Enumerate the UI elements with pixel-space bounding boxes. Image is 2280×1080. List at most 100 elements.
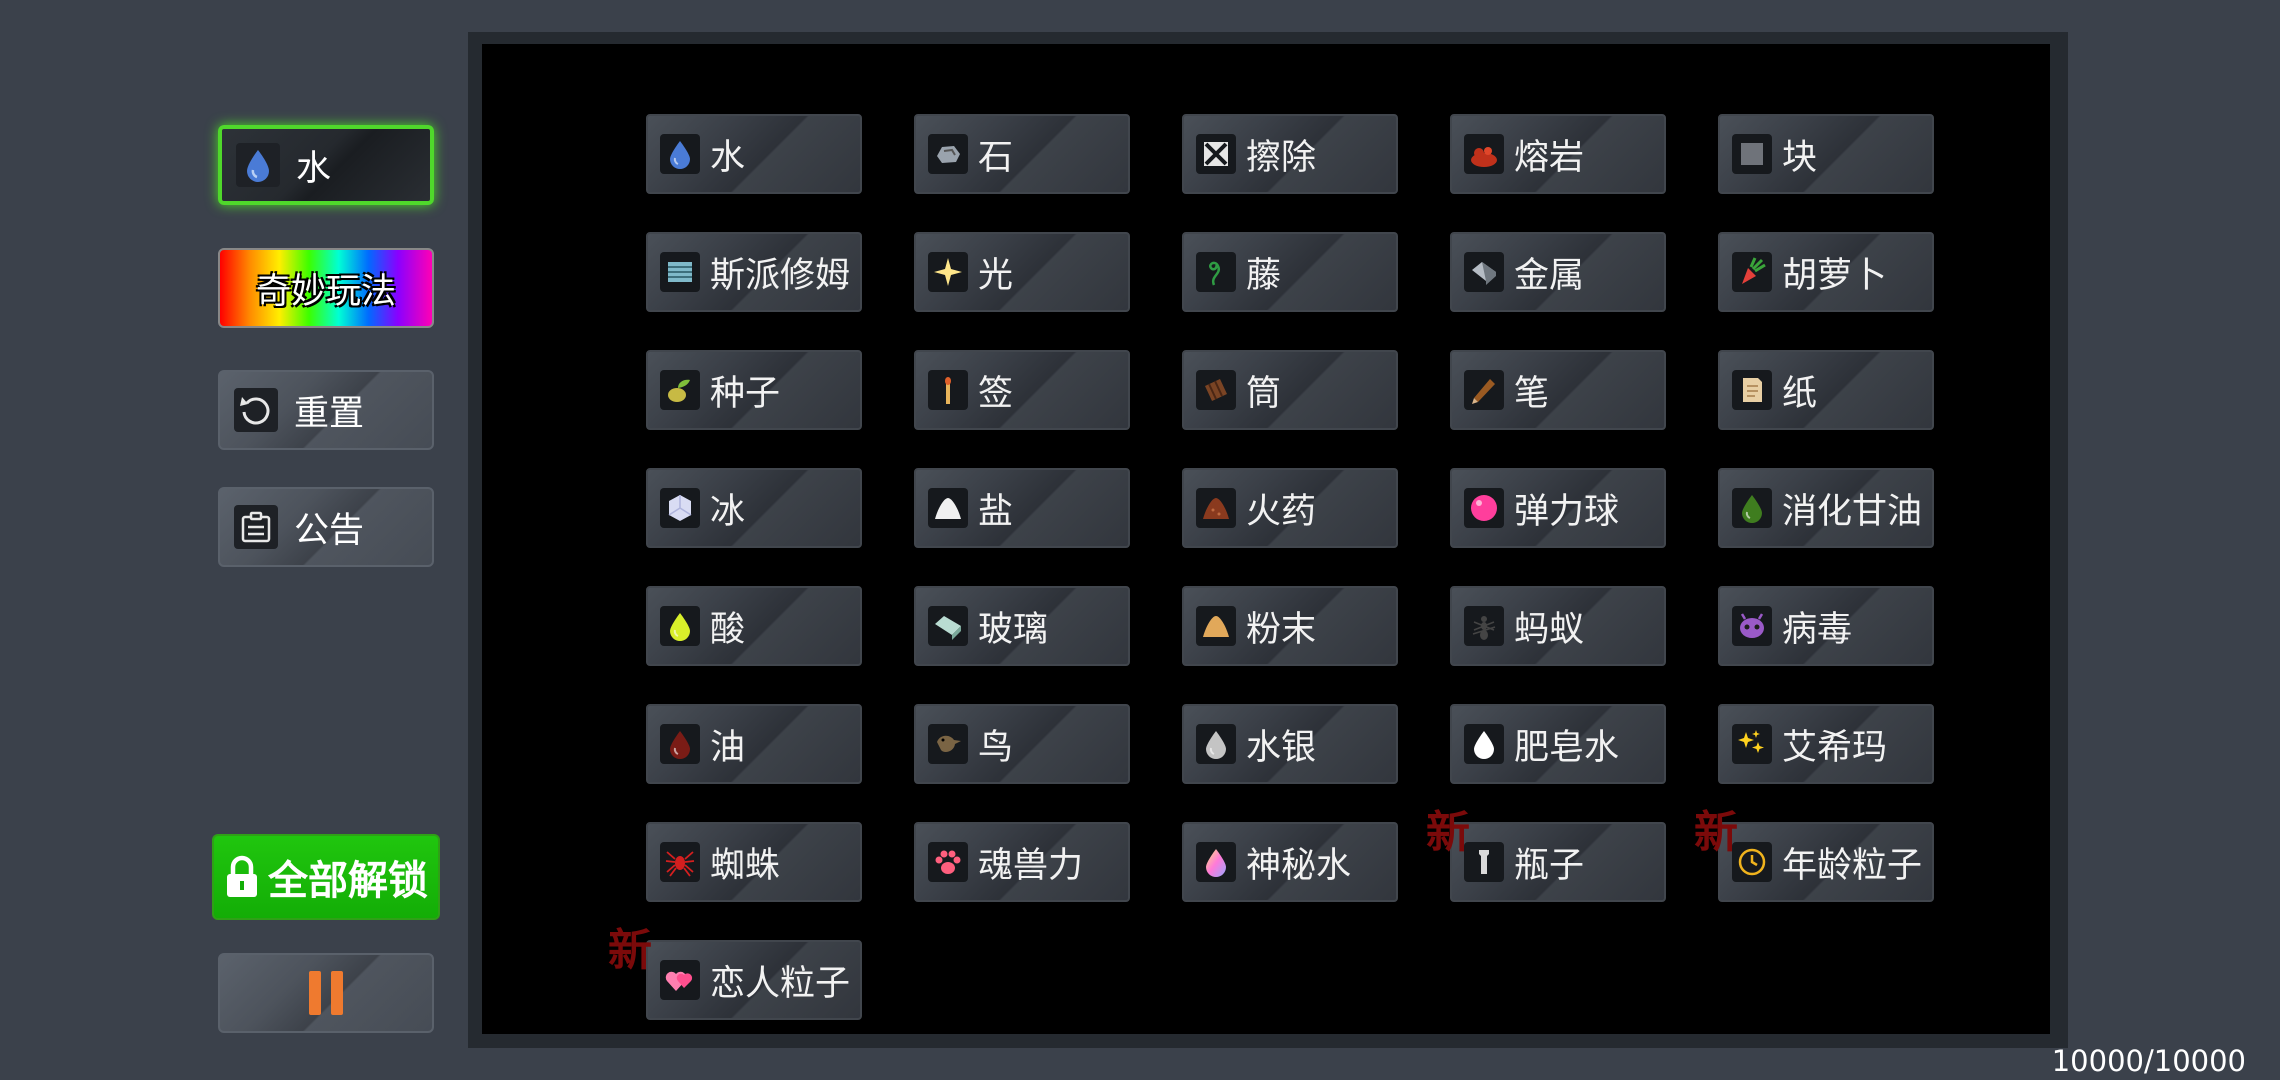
element-button[interactable]: 粉末 [1182,586,1398,666]
vine-icon [1196,252,1236,292]
element-button[interactable]: 水 [646,114,862,194]
element-button[interactable]: 签 [914,350,1130,430]
particle-counter: 10000/10000 [2051,1044,2246,1078]
selected-element-button[interactable]: 水 [218,125,434,205]
element-button[interactable]: 艾希玛 [1718,704,1934,784]
element-label: 年龄粒子 [1782,845,1923,886]
element-button[interactable]: 魂兽力 [914,822,1130,902]
element-label: 恋人粒子 [710,963,851,1004]
ice-icon [660,488,700,528]
element-button[interactable]: 光 [914,232,1130,312]
element-label: 艾希玛 [1782,727,1888,768]
element-label: 玻璃 [978,609,1049,650]
element-label: 盐 [978,491,1014,532]
element-label: 消化甘油 [1782,491,1923,532]
element-label: 笔 [1514,373,1550,414]
bottle-icon [1464,842,1504,882]
element-label: 神秘水 [1246,845,1352,886]
element-button[interactable]: 肥皂水 [1450,704,1666,784]
element-button[interactable]: 斯派修姆 [646,232,862,312]
water-drop-icon [660,134,700,174]
element-button[interactable]: 水银 [1182,704,1398,784]
element-label: 肥皂水 [1514,727,1620,768]
tube-icon [1196,370,1236,410]
reset-label: 重置 [294,393,365,434]
lava-icon [1464,134,1504,174]
element-button[interactable]: 金属 [1450,232,1666,312]
fun-play-button[interactable]: 奇妙玩法 [218,248,434,328]
carrot-icon [1732,252,1772,292]
element-button[interactable]: 油 [646,704,862,784]
element-button[interactable]: 弹力球 [1450,468,1666,548]
bouncy-ball-icon [1464,488,1504,528]
element-button[interactable]: 纸 [1718,350,1934,430]
bird-icon [928,724,968,764]
paper-icon [1732,370,1772,410]
element-button[interactable]: 蜘蛛 [646,822,862,902]
element-label: 油 [710,727,746,768]
light-sparkle-icon [928,252,968,292]
element-button[interactable]: 病毒 [1718,586,1934,666]
hearts-icon [660,960,700,1000]
notice-button[interactable]: 公告 [218,487,434,567]
fun-play-label: 奇妙玩法 [255,271,396,312]
eraser-icon [1196,134,1236,174]
game-screen: 水 奇妙玩法 重置 公告 全部解锁 水 石 擦除 熔岩 块斯派修姆 光 藤 金属 胡萝卜种子 签 筒… [0,0,2280,1080]
selected-element-label: 水 [296,148,332,189]
element-label: 水 [710,137,746,178]
element-label: 胡萝卜 [1782,255,1888,296]
notice-label: 公告 [294,510,365,551]
element-button[interactable]: 恋人粒子 [646,940,862,1020]
ant-icon [1464,606,1504,646]
element-button[interactable]: 藤 [1182,232,1398,312]
element-panel: 水 石 擦除 熔岩 块斯派修姆 光 藤 金属 胡萝卜种子 签 筒 笔 纸冰 盐 火药 弹力球 消化甘油酸 玻璃 粉末… [468,32,2068,1048]
element-label: 石 [978,137,1014,178]
element-button[interactable]: 瓶子 [1450,822,1666,902]
element-button[interactable]: 盐 [914,468,1130,548]
element-button[interactable]: 种子 [646,350,862,430]
new-badge: 新 [608,925,652,976]
element-button[interactable]: 蚂蚁 [1450,586,1666,666]
element-label: 签 [978,373,1014,414]
element-button[interactable]: 鸟 [914,704,1130,784]
element-label: 瓶子 [1514,845,1585,886]
glass-icon [928,606,968,646]
reset-button[interactable]: 重置 [218,370,434,450]
unlock-all-button[interactable]: 全部解锁 [212,834,440,920]
water-drop-icon [236,143,280,187]
virus-icon [1732,606,1772,646]
element-label: 蚂蚁 [1514,609,1585,650]
stone-icon [928,134,968,174]
element-button[interactable]: 块 [1718,114,1934,194]
spider-icon [660,842,700,882]
oil-drop-icon [660,724,700,764]
element-button[interactable]: 筒 [1182,350,1398,430]
element-button[interactable]: 胡萝卜 [1718,232,1934,312]
element-button[interactable]: 玻璃 [914,586,1130,666]
sparkles-icon [1732,724,1772,764]
element-button[interactable]: 火药 [1182,468,1398,548]
match-stick-icon [928,370,968,410]
lock-icon [224,855,260,899]
element-button[interactable]: 酸 [646,586,862,666]
element-button[interactable]: 熔岩 [1450,114,1666,194]
element-button[interactable]: 冰 [646,468,862,548]
element-button[interactable]: 笔 [1450,350,1666,430]
element-button[interactable]: 石 [914,114,1130,194]
mercury-drop-icon [1196,724,1236,764]
pause-button[interactable] [218,953,434,1033]
element-label: 光 [978,255,1014,296]
element-label: 病毒 [1782,609,1853,650]
powder-icon [1196,606,1236,646]
element-button[interactable]: 擦除 [1182,114,1398,194]
nitroglycerin-icon [1732,488,1772,528]
element-button[interactable]: 年龄粒子 [1718,822,1934,902]
clock-icon [1732,842,1772,882]
element-button[interactable]: 神秘水 [1182,822,1398,902]
element-label: 种子 [710,373,781,414]
element-label: 鸟 [978,727,1014,768]
element-button[interactable]: 消化甘油 [1718,468,1934,548]
element-label: 块 [1782,137,1818,178]
element-label: 斯派修姆 [710,255,851,296]
element-grid: 水 石 擦除 熔岩 块斯派修姆 光 藤 金属 胡萝卜种子 签 筒 笔 纸冰 盐 火药 弹力球 消化甘油酸 玻璃 粉末… [482,44,2050,1034]
